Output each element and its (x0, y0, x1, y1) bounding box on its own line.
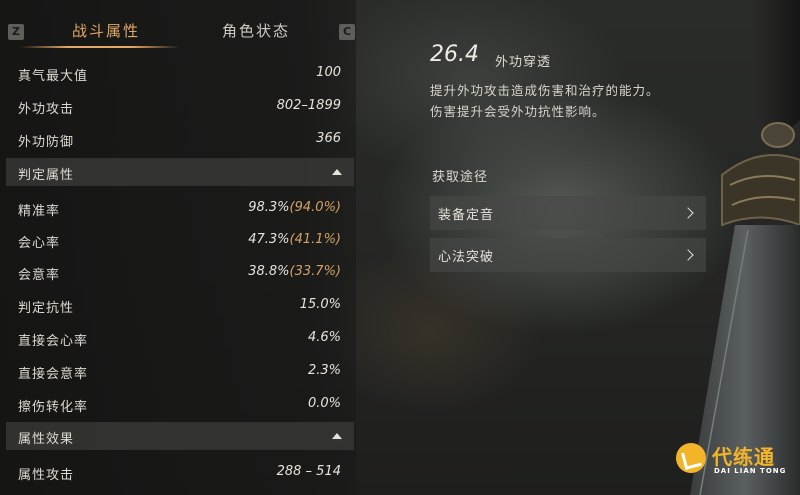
watermark-logo: 代练通 DAI LIAN TONG (672, 437, 792, 485)
section-judge-attributes[interactable]: 判定属性 (6, 158, 354, 186)
stat-row: 会意率 38.8%(33.7%) (18, 264, 341, 284)
stat-label: 真气最大值 (18, 69, 89, 84)
stat-value: 38.8%(33.7%) (248, 264, 341, 279)
stat-base-value: (94.0%) (289, 200, 341, 215)
stat-row: 外功防御 366 (18, 131, 341, 151)
active-tab-underline (20, 46, 180, 48)
section-label: 判定属性 (18, 168, 75, 183)
stat-value: 47.3%(41.1%) (248, 232, 341, 247)
acquire-item-equipment[interactable]: 装备定音 (430, 196, 706, 230)
stat-row: 外功攻击 802–1899 (18, 98, 341, 118)
section-label: 属性效果 (18, 432, 75, 447)
stat-base-value: (41.1%) (289, 232, 341, 247)
stat-label: 精准率 (18, 204, 61, 219)
acquire-item-label: 心法突破 (438, 250, 495, 265)
stat-value: 0.0% (307, 396, 341, 411)
stat-label: 直接会心率 (18, 334, 89, 349)
section-attribute-effects[interactable]: 属性效果 (6, 422, 354, 450)
stat-row: 精准率 98.3%(94.0%) (18, 200, 341, 220)
logo-badge-icon (676, 443, 706, 473)
stat-label: 外功防御 (18, 135, 75, 150)
stat-value: 802–1899 (276, 98, 341, 113)
key-hint-c[interactable]: C (339, 24, 355, 40)
stat-label: 会心率 (18, 236, 61, 251)
stat-label: 判定抗性 (18, 301, 75, 316)
stat-label: 会意率 (18, 268, 61, 283)
tab-bar: Z 战斗属性 角色状态 C (0, 16, 356, 50)
collapse-up-icon[interactable] (332, 433, 342, 439)
stat-row: 会心率 47.3%(41.1%) (18, 232, 341, 252)
stat-base-value: (33.7%) (289, 264, 341, 279)
stat-label: 属性攻击 (18, 468, 75, 483)
tab-character-status[interactable]: 角色状态 (222, 20, 290, 41)
stat-value: 2.3% (307, 363, 341, 378)
stat-row: 擦伤转化率 0.0% (18, 396, 341, 416)
stat-value: 15.0% (299, 297, 341, 312)
stat-value: 366 (316, 131, 341, 146)
stat-label: 外功攻击 (18, 102, 75, 117)
stat-description-line: 伤害提升会受外功抗性影响。 (430, 104, 606, 119)
stat-value: 288 – 514 (276, 464, 341, 479)
acquire-title: 获取途径 (432, 170, 489, 185)
stat-value: 100 (316, 65, 341, 80)
stat-row: 判定抗性 15.0% (18, 297, 341, 317)
collapse-up-icon[interactable] (332, 169, 342, 175)
logo-subtext: DAI LIAN TONG (714, 467, 787, 475)
logo-text: 代练通 (712, 445, 775, 469)
chevron-right-icon (682, 249, 694, 261)
selected-stat-value: 26.4 (430, 42, 479, 67)
key-hint-z[interactable]: Z (8, 24, 24, 40)
stat-label: 擦伤转化率 (18, 400, 89, 415)
acquire-item-label: 装备定音 (438, 208, 495, 223)
stat-value: 4.6% (307, 330, 341, 345)
stat-row: 直接会意率 2.3% (18, 363, 341, 383)
acquire-item-mindset[interactable]: 心法突破 (430, 238, 706, 272)
stat-label: 直接会意率 (18, 367, 89, 382)
stat-description-line: 提升外功攻击造成伤害和治疗的能力。 (430, 83, 660, 98)
selected-stat-name: 外功穿透 (495, 55, 552, 70)
stat-row: 直接会心率 4.6% (18, 330, 341, 350)
stat-value: 98.3%(94.0%) (248, 200, 341, 215)
stat-row: 属性攻击 288 – 514 (18, 464, 341, 484)
chevron-right-icon (682, 207, 694, 219)
stat-row: 真气最大值 100 (18, 65, 341, 85)
tab-combat-attributes[interactable]: 战斗属性 (72, 20, 140, 41)
